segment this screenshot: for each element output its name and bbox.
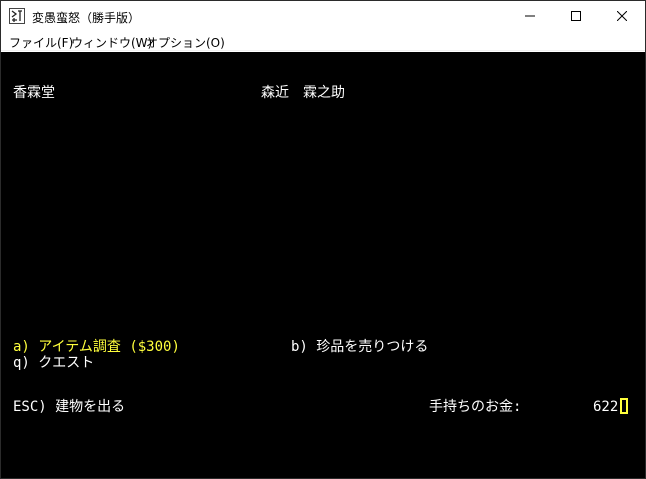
close-icon: [617, 11, 627, 21]
app-window: 変愚蛮怒（勝手版） ファイル(F) ウィンドウ(W) オプション(O) 香霖堂 …: [0, 0, 646, 479]
close-button[interactable]: [599, 1, 645, 31]
option-identify-item[interactable]: a) アイテム調査 ($300): [13, 339, 180, 355]
shop-owner-name: 森近 霖之助: [261, 85, 345, 101]
text-cursor: [620, 398, 628, 414]
app-icon[interactable]: [9, 8, 25, 24]
option-exit-building[interactable]: ESC) 建物を出る: [13, 399, 125, 415]
menu-window[interactable]: ウィンドウ(W): [71, 34, 152, 51]
option-quest[interactable]: q) クエスト: [13, 355, 94, 371]
minimize-icon: [525, 15, 535, 17]
option-sell-rare-item[interactable]: b) 珍品を売りつける: [291, 339, 428, 355]
menu-option[interactable]: オプション(O): [146, 34, 225, 51]
window-title: 変愚蛮怒（勝手版）: [32, 11, 141, 25]
game-terminal[interactable]: 香霖堂 森近 霖之助 a) アイテム調査 ($300) b) 珍品を売りつける …: [1, 52, 645, 478]
maximize-button[interactable]: [553, 1, 599, 31]
shop-name: 香霖堂: [13, 85, 55, 101]
menu-bar: ファイル(F) ウィンドウ(W) オプション(O): [1, 31, 645, 51]
menu-file[interactable]: ファイル(F): [9, 34, 73, 51]
title-bar[interactable]: 変愚蛮怒（勝手版）: [1, 1, 645, 31]
minimize-button[interactable]: [507, 1, 553, 31]
money-value: 622: [593, 399, 619, 415]
maximize-icon: [571, 11, 581, 21]
money-label: 手持ちのお金:: [429, 399, 522, 415]
